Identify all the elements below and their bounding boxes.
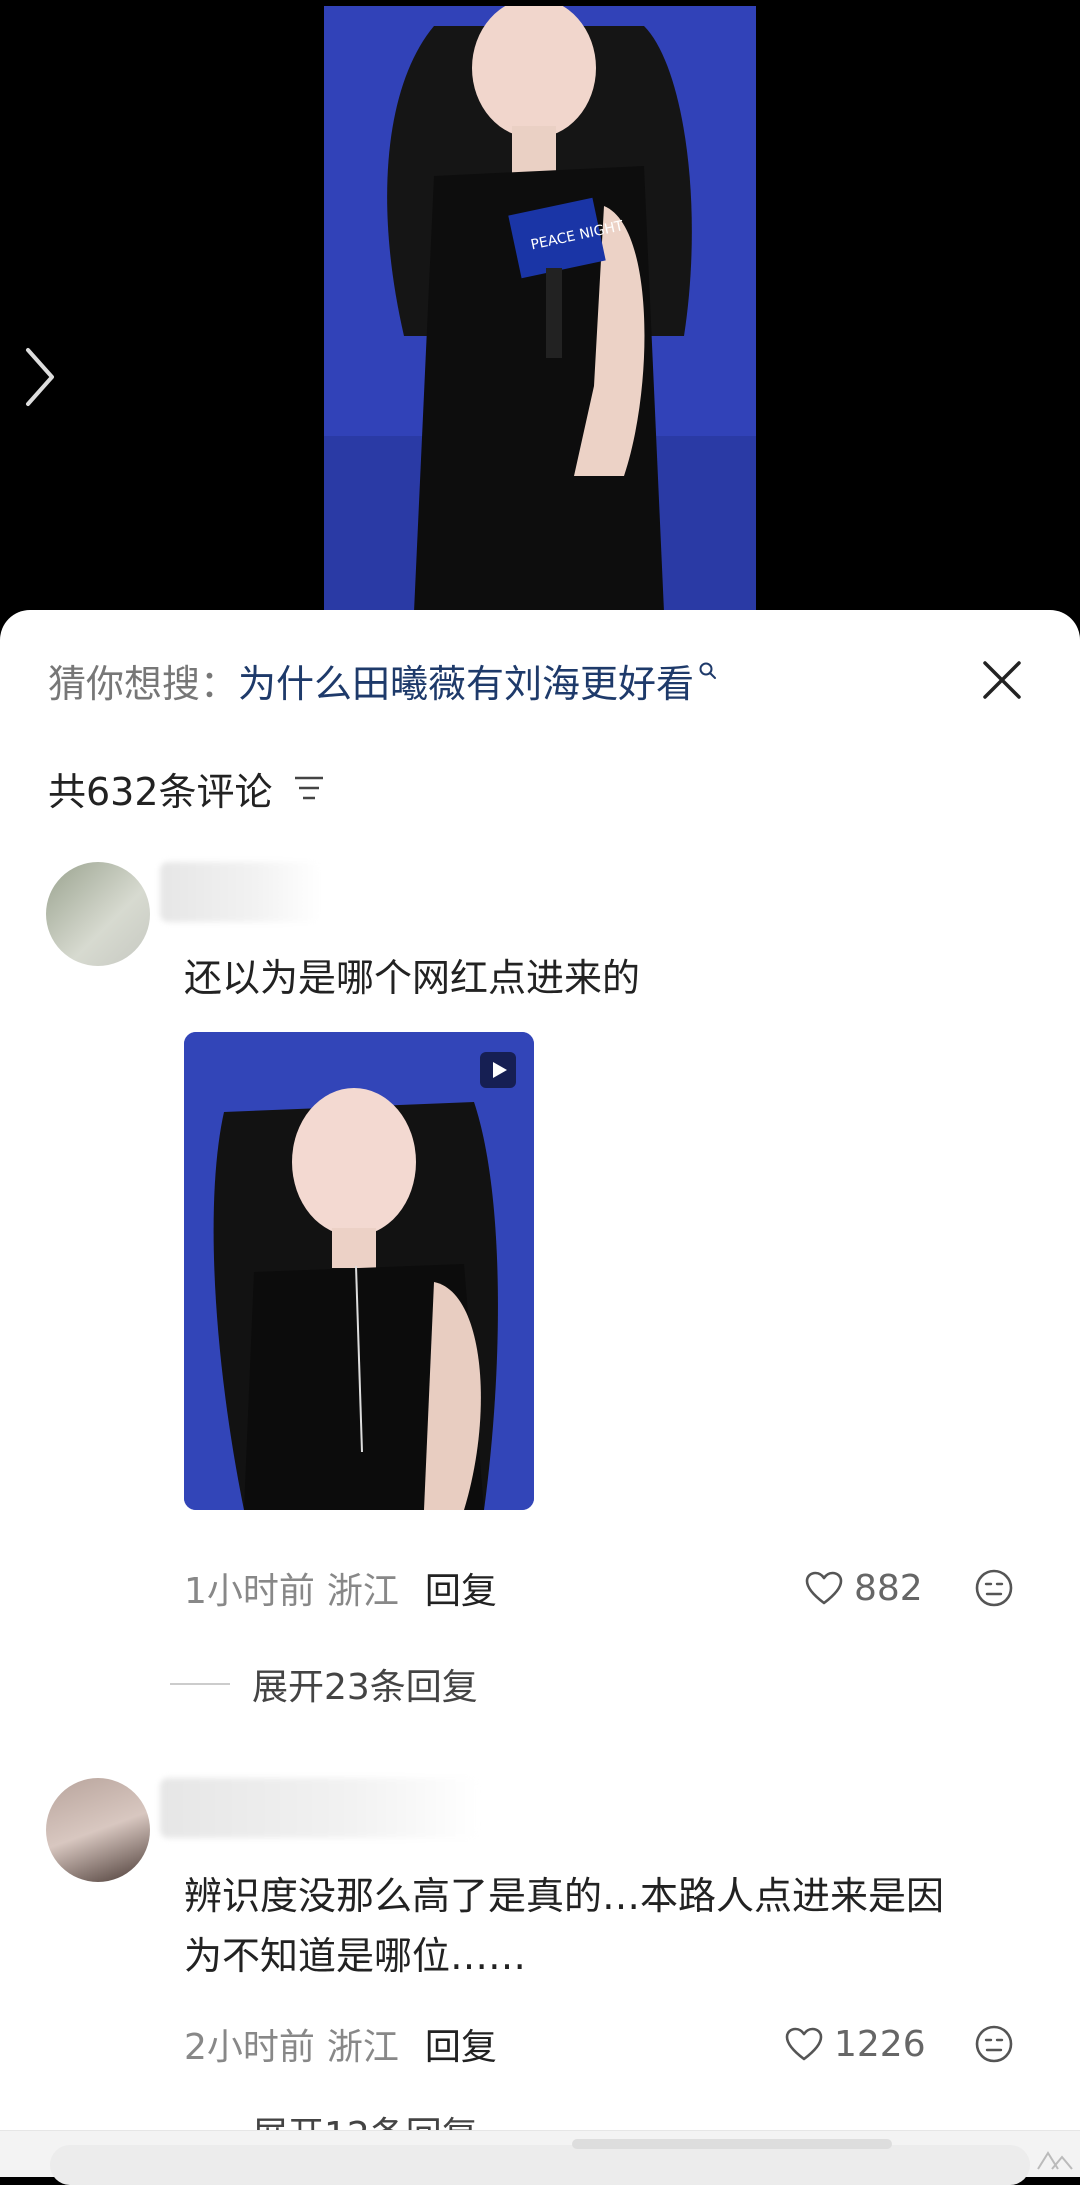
comment-photo — [184, 1032, 534, 1510]
video-player[interactable]: PEACE NIGHT — [0, 0, 1080, 640]
comment-meta: 2小时前 浙江 回复 — [184, 2016, 497, 2072]
expand-divider — [170, 1683, 230, 1685]
comment-text: 辨识度没那么高了是真的…本路人点进来是因 为不知道是哪位…… — [184, 1866, 944, 1986]
username-blurred[interactable] — [160, 1778, 480, 1838]
comment-input[interactable] — [50, 2145, 1030, 2185]
heart-icon — [805, 1571, 843, 1605]
video-frame[interactable]: PEACE NIGHT — [324, 6, 756, 612]
emoji-icon[interactable] — [974, 1568, 1014, 1608]
close-icon[interactable] — [980, 658, 1024, 702]
play-badge — [480, 1052, 516, 1088]
reply-button[interactable]: 回复 — [425, 1562, 497, 1614]
reply-button[interactable]: 回复 — [425, 2018, 497, 2070]
home-indicator — [572, 2139, 892, 2149]
like-count: 882 — [854, 1567, 923, 1609]
comment-count: 共632条评论 — [48, 760, 325, 816]
comment-time: 2小时前 — [184, 2027, 315, 2068]
comment-count-label: 共632条评论 — [48, 769, 273, 814]
video-photo: PEACE NIGHT — [324, 6, 756, 612]
comment-text-line: 辨识度没那么高了是真的…本路人点进来是因 — [184, 1874, 945, 1918]
comment-image[interactable] — [184, 1032, 534, 1510]
sort-icon[interactable] — [293, 774, 325, 802]
comment-meta: 1小时前 浙江 回复 — [184, 1560, 497, 1616]
comment-text-line: 为不知道是哪位…… — [184, 1934, 527, 1978]
suggestion-label: 猜你想搜： — [48, 661, 239, 706]
comment-region: 浙江 — [326, 1571, 399, 1612]
comment-region: 浙江 — [326, 2027, 399, 2068]
suggestion-query[interactable]: 为什么田曦薇有刘海更好看 — [238, 653, 694, 708]
heart-icon — [785, 2027, 823, 2061]
like-count: 1226 — [834, 2023, 926, 2065]
play-icon — [493, 1062, 507, 1078]
comment-sheet: 猜你想搜： 为什么田曦薇有刘海更好看 共632条评论 还以为是哪个网红点进来的 — [0, 610, 1080, 2185]
watermark-icon — [1037, 2151, 1073, 2170]
bottom-input-bar — [0, 2130, 1080, 2185]
comment-time: 1小时前 — [184, 1571, 315, 1612]
expand-replies[interactable]: 展开23条回复 — [170, 1656, 478, 1712]
like-button[interactable]: 1226 — [784, 2016, 926, 2072]
avatar[interactable] — [46, 1778, 150, 1882]
emoji-icon[interactable] — [974, 2024, 1014, 2064]
expand-replies-label: 展开23条回复 — [252, 1667, 478, 1708]
search-icon — [699, 662, 717, 679]
search-suggestion[interactable]: 猜你想搜： 为什么田曦薇有刘海更好看 — [48, 652, 718, 708]
comment-text: 还以为是哪个网红点进来的 — [184, 956, 641, 1000]
chevron-right-icon[interactable] — [22, 346, 58, 408]
avatar[interactable] — [46, 862, 150, 966]
username-blurred[interactable] — [160, 862, 320, 922]
like-button[interactable]: 882 — [804, 1560, 923, 1616]
